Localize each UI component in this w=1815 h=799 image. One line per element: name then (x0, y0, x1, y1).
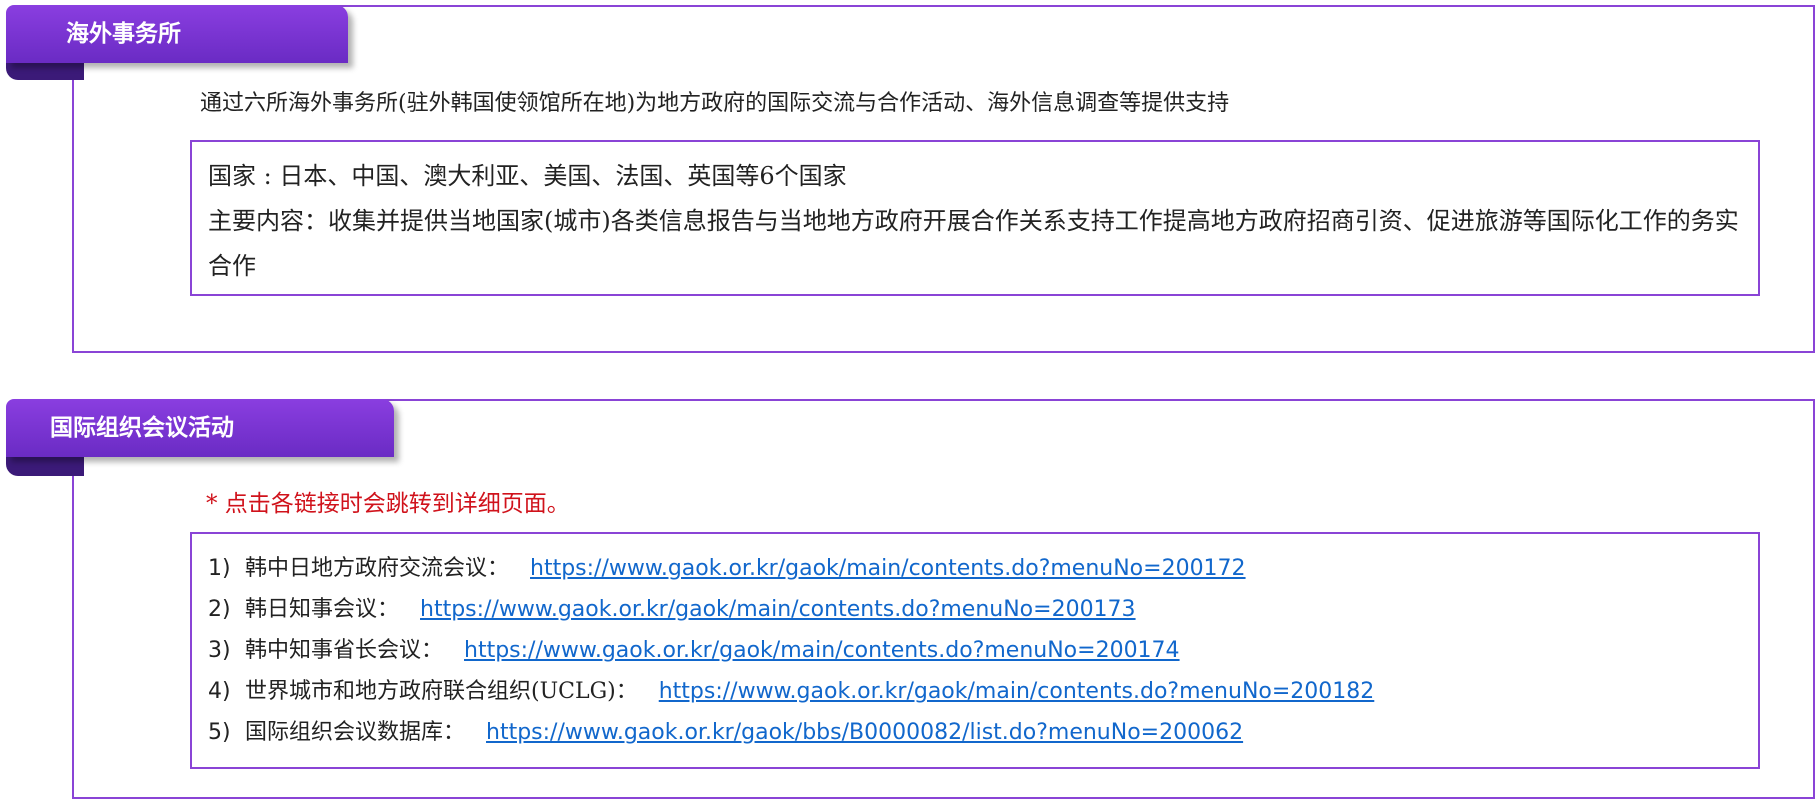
overseas-office-info-box: 国家 : 日本、中国、澳大利亚、美国、法国、英国等6个国家 主要内容：收集并提供… (190, 140, 1760, 296)
uclg-link[interactable]: https://www.gaok.or.kr/gaok/main/content… (659, 679, 1375, 704)
list-item: 5) 国际组织会议数据库： https://www.gaok.or.kr/gao… (208, 712, 1746, 753)
list-item: 4) 世界城市和地方政府联合组织(UCLG)： https://www.gaok… (208, 671, 1746, 712)
korea-china-governors-link[interactable]: https://www.gaok.or.kr/gaok/main/content… (464, 638, 1180, 663)
countries-text: 国家 : 日本、中国、澳大利亚、美国、法国、英国等6个国家 (208, 162, 847, 190)
list-number: 2) (208, 597, 231, 622)
intl-org-database-link[interactable]: https://www.gaok.or.kr/gaok/bbs/B0000082… (486, 720, 1243, 745)
overseas-office-title: 海外事务所 (6, 5, 348, 63)
list-number: 1) (208, 556, 231, 581)
link-label: 世界城市和地方政府联合组织(UCLG)： (245, 679, 638, 704)
main-content-text: 主要内容：收集并提供当地国家(城市)各类信息报告与当地地方政府开展合作关系支持工… (208, 207, 1739, 280)
meeting-links-box: 1) 韩中日地方政府交流会议： https://www.gaok.or.kr/g… (190, 532, 1760, 769)
list-number: 5) (208, 720, 231, 745)
link-label: 韩中日地方政府交流会议： (245, 556, 510, 581)
link-notice: * 点击各链接时会跳转到详细页面。 (206, 491, 570, 517)
list-item: 2) 韩日知事会议： https://www.gaok.or.kr/gaok/m… (208, 589, 1746, 630)
link-label: 韩日知事会议： (245, 597, 400, 622)
list-item: 3) 韩中知事省长会议： https://www.gaok.or.kr/gaok… (208, 630, 1746, 671)
list-number: 3) (208, 638, 231, 663)
list-number: 4) (208, 679, 231, 704)
korea-japan-governors-link[interactable]: https://www.gaok.or.kr/gaok/main/content… (420, 597, 1136, 622)
list-item: 1) 韩中日地方政府交流会议： https://www.gaok.or.kr/g… (208, 548, 1746, 589)
korea-china-japan-conference-link[interactable]: https://www.gaok.or.kr/gaok/main/content… (530, 556, 1246, 581)
link-label: 韩中知事省长会议： (245, 638, 444, 663)
overseas-office-intro: 通过六所海外事务所(驻外韩国使领馆所在地)为地方政府的国际交流与合作活动、海外信… (200, 91, 1230, 116)
intl-org-title: 国际组织会议活动 (6, 399, 394, 457)
link-label: 国际组织会议数据库： (245, 720, 466, 745)
